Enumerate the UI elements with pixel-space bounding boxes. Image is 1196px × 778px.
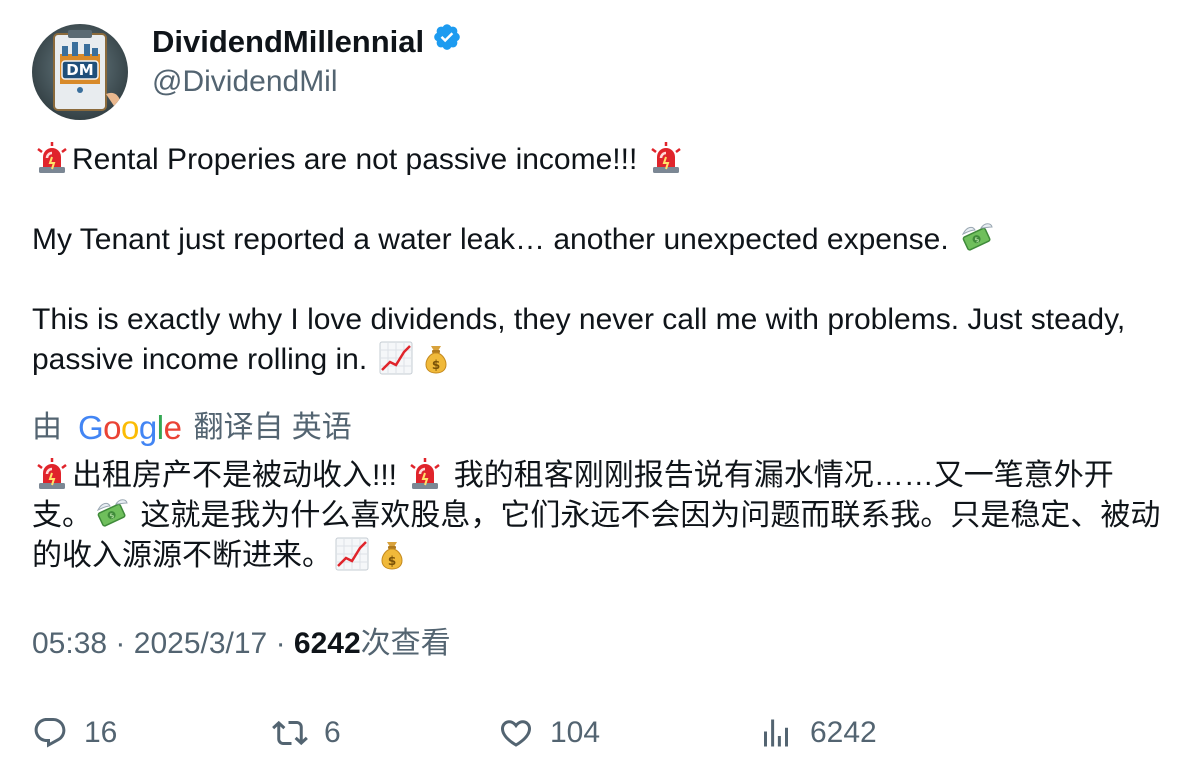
- translate-source-language[interactable]: 翻译自 英语: [193, 411, 351, 444]
- money-bag-icon: [418, 340, 454, 376]
- tweet-line-2: My Tenant just reported a water leak… an…: [32, 223, 949, 256]
- avatar[interactable]: DM: [32, 24, 128, 120]
- translation-prefix: 由: [32, 411, 62, 444]
- google-letter: o: [121, 409, 139, 446]
- like-count: 104: [550, 716, 601, 749]
- police-light-icon: [34, 456, 70, 492]
- repost-button[interactable]: 6: [272, 710, 341, 756]
- google-logo: Google: [78, 406, 182, 450]
- google-letter: e: [163, 409, 182, 446]
- like-icon: [498, 715, 534, 751]
- tweet-line-3: This is exactly why I love dividends, th…: [32, 303, 1126, 376]
- google-letter: g: [138, 409, 157, 446]
- chart-increasing-icon: [334, 536, 370, 572]
- tweet-paragraph-1: Rental Properies are not passive income!…: [32, 140, 1162, 180]
- tweet-meta: 05:38 · 2025/3/17 · 6242次查看: [32, 624, 451, 664]
- meta-separator: ·: [275, 627, 286, 660]
- tweet-paragraph-2: My Tenant just reported a water leak… an…: [32, 220, 1162, 260]
- repost-icon: [272, 715, 308, 751]
- tweet-date[interactable]: 2025/3/17: [134, 627, 267, 660]
- reply-button[interactable]: 16: [32, 710, 117, 756]
- handle[interactable]: @DividendMil: [152, 62, 338, 102]
- reply-icon: [32, 715, 68, 751]
- tweet-line-1: Rental Properies are not passive income!…: [72, 143, 638, 176]
- tweet-text: Rental Properies are not passive income!…: [32, 140, 1162, 380]
- display-name-text: DividendMillennial: [152, 24, 425, 59]
- chart-increasing-icon: [378, 340, 414, 376]
- like-button[interactable]: 104: [498, 710, 600, 756]
- police-light-icon: [34, 140, 70, 176]
- views-label: 次查看: [360, 627, 451, 660]
- tweet-paragraph-3: This is exactly why I love dividends, th…: [32, 300, 1162, 380]
- translated-line-3: 这就是我为什么喜欢股息，它们永远不会因为问题而联系我。只是稳定、被动的收入源源不…: [32, 499, 1161, 572]
- translation-attribution: 由 Google 翻译自 英语: [32, 406, 352, 450]
- repost-count: 6: [324, 716, 341, 749]
- avatar-logo-text: DM: [66, 61, 93, 79]
- police-light-icon: [407, 456, 443, 492]
- views-count: 6242: [293, 627, 361, 660]
- views-icon: [758, 715, 794, 751]
- translated-text: 出租房产不是被动收入!!! 我的租客刚刚报告说有漏水情况……又一笔意外开支。 这…: [32, 456, 1162, 576]
- google-letter: o: [103, 409, 122, 446]
- money-bag-icon: [374, 536, 410, 572]
- views-action-count: 6242: [810, 716, 877, 749]
- action-bar: 16 6 104 6242: [32, 710, 1162, 756]
- display-name[interactable]: DividendMillennial: [152, 22, 462, 62]
- meta-separator: ·: [115, 627, 126, 660]
- money-with-wings-icon: [94, 496, 130, 532]
- verified-badge-icon: [432, 22, 462, 62]
- google-letter: G: [78, 409, 104, 446]
- reply-count: 16: [84, 716, 118, 749]
- google-letter: l: [156, 409, 164, 446]
- views-button[interactable]: 6242: [758, 710, 877, 756]
- money-with-wings-icon: [959, 220, 995, 256]
- police-light-icon: [648, 140, 684, 176]
- tweet-time[interactable]: 05:38: [32, 627, 107, 660]
- translated-line-1: 出租房产不是被动收入!!!: [72, 459, 398, 492]
